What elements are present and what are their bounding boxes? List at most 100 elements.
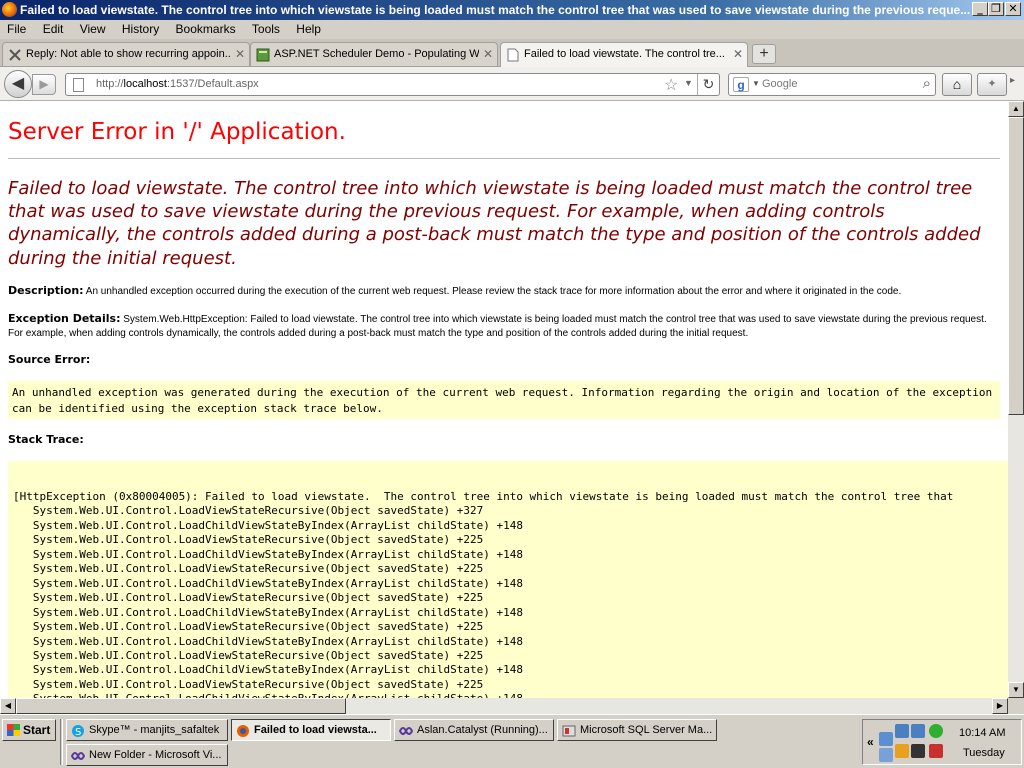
skype-icon: S (72, 725, 84, 738)
tab-close-icon[interactable]: ✕ (483, 47, 493, 61)
menu-tools[interactable]: Tools (245, 20, 286, 36)
maximize-button[interactable]: ❐ (988, 2, 1004, 16)
page-title: Server Error in '/' Application. (8, 119, 346, 145)
menu-view[interactable]: View (73, 20, 112, 36)
clock-time[interactable]: 10:14 AM (959, 727, 1005, 739)
tab-close-icon[interactable]: ✕ (733, 47, 743, 61)
taskbar-item-skype[interactable]: S Skype™ - manjits_safaltek (66, 719, 228, 741)
volume-icon[interactable] (911, 744, 925, 758)
visual-studio-icon (71, 752, 85, 760)
url-dropdown-icon[interactable]: ▼ (684, 78, 693, 88)
page-green-icon (256, 48, 270, 62)
toolbar-overflow-icon[interactable]: ▸ (1010, 75, 1015, 86)
taskbar-item-aslan-catalyst[interactable]: Aslan.Catalyst (Running)... (394, 719, 554, 741)
page-content: Server Error in '/' Application. Failed … (0, 101, 1008, 698)
network-icon[interactable] (879, 732, 893, 746)
minimize-button[interactable]: _ (972, 2, 988, 16)
menu-bar: File Edit View History Bookmarks Tools H… (0, 20, 1024, 39)
taskbar-divider (60, 719, 63, 765)
stack-trace-line: System.Web.UI.Control.LoadChildViewState… (13, 518, 523, 532)
tray-expand-icon[interactable]: « (867, 735, 874, 749)
menu-bookmarks[interactable]: Bookmarks (169, 20, 242, 36)
taskbar-item-firefox[interactable]: Failed to load viewsta... (231, 719, 391, 741)
stack-trace-line: System.Web.UI.Control.LoadViewStateRecur… (13, 562, 484, 576)
stack-trace-line: System.Web.UI.Control.LoadChildViewState… (13, 547, 523, 561)
description-text: An unhandled exception occurred during t… (85, 286, 902, 297)
divider (8, 158, 1000, 159)
exception-details-label: Exception Details: (8, 312, 121, 325)
url-text[interactable]: http://localhost:1537/Default.aspx (96, 78, 259, 90)
horizontal-scrollbar[interactable]: ◀ ▶ (0, 698, 1008, 714)
page-icon (73, 78, 84, 92)
vertical-scrollbar[interactable]: ▲ ▼ (1008, 101, 1024, 698)
exception-details-block: Exception Details: System.Web.HttpExcept… (8, 312, 1003, 340)
search-engine-dropdown-icon[interactable]: ▼ (752, 79, 760, 88)
tab-bar: Reply: Not able to show recurring appoin… (0, 39, 1024, 68)
stack-trace-line: System.Web.UI.Control.LoadChildViewState… (13, 634, 523, 648)
vertical-scroll-thumb[interactable] (1008, 117, 1024, 415)
task-label: Microsoft SQL Server Ma... (580, 724, 713, 736)
home-icon: ⌂ (952, 76, 962, 92)
stack-trace-line: System.Web.UI.Control.LoadViewStateRecur… (13, 591, 484, 605)
new-tab-button[interactable]: + (752, 44, 776, 64)
scroll-up-icon[interactable]: ▲ (1008, 101, 1024, 117)
search-input[interactable]: Google (762, 78, 797, 90)
task-label: Skype™ - manjits_safaltek (89, 724, 220, 736)
reload-icon: ↻ (702, 76, 715, 92)
menu-file[interactable]: File (0, 20, 32, 36)
scroll-corner (1008, 698, 1024, 714)
tab-label: Failed to load viewstate. The control tr… (524, 48, 725, 60)
start-button[interactable]: Start (2, 719, 56, 741)
document-icon (507, 48, 519, 62)
taskbar-item-sql-server[interactable]: Microsoft SQL Server Ma... (557, 719, 717, 741)
stack-trace-line: System.Web.UI.Control.LoadViewStateRecur… (13, 677, 484, 691)
tab-label: Reply: Not able to show recurring appoin… (26, 48, 231, 60)
forward-button[interactable]: ▶ (32, 74, 56, 95)
tab-forum-reply[interactable]: Reply: Not able to show recurring appoin… (2, 42, 250, 66)
tray-icons (879, 724, 953, 762)
google-icon[interactable]: g (733, 77, 749, 92)
tab-failed-viewstate[interactable]: Failed to load viewstate. The control tr… (500, 42, 748, 68)
back-arrow-icon: ◀ (11, 75, 25, 92)
home-button[interactable]: ⌂ (942, 73, 972, 96)
search-bar[interactable]: g ▼ Google ⌕ (728, 73, 936, 96)
firefox-icon (237, 725, 249, 737)
menu-history[interactable]: History (115, 20, 165, 36)
menu-edit[interactable]: Edit (36, 20, 70, 36)
window-title: Failed to load viewstate. The control tr… (20, 3, 970, 17)
scroll-right-icon[interactable]: ▶ (992, 698, 1008, 714)
alert-icon[interactable] (895, 744, 909, 758)
forward-arrow-icon: ▶ (39, 77, 49, 91)
tab-close-icon[interactable]: ✕ (235, 47, 245, 61)
antivirus-icon[interactable] (929, 744, 943, 758)
stack-trace-box: [HttpException (0x80004005): Failed to l… (8, 461, 1008, 698)
display-icon[interactable] (879, 748, 893, 762)
tab-scheduler-demo[interactable]: ASP.NET Scheduler Demo - Populating Wi..… (250, 42, 498, 66)
stack-trace-line: System.Web.UI.Control.LoadViewStateRecur… (13, 504, 484, 518)
search-icon[interactable]: ⌕ (923, 75, 931, 92)
stack-trace-line: [HttpException (0x80004005): Failed to l… (13, 490, 954, 503)
stack-trace-line: System.Web.UI.Control.LoadViewStateRecur… (13, 533, 484, 547)
sql-server-icon (562, 725, 576, 737)
menu-help[interactable]: Help (289, 20, 327, 36)
scroll-left-icon[interactable]: ◀ (0, 698, 16, 714)
task-label: Failed to load viewsta... (254, 724, 377, 736)
scroll-down-icon[interactable]: ▼ (1008, 682, 1024, 698)
security-check-icon[interactable] (929, 724, 943, 738)
navigation-toolbar: ◀ ▶ http://localhost:1537/Default.aspx ☆… (0, 67, 1024, 101)
addon-button[interactable]: ✦ (977, 73, 1007, 96)
stack-trace-line: System.Web.UI.Control.LoadChildViewState… (13, 605, 523, 619)
horizontal-scroll-thumb[interactable] (16, 698, 346, 714)
network-icon[interactable] (911, 724, 925, 738)
stack-trace-line: System.Web.UI.Control.LoadViewStateRecur… (13, 620, 484, 634)
source-error-label: Source Error: (8, 353, 91, 366)
window-titlebar[interactable]: Failed to load viewstate. The control tr… (0, 0, 1024, 20)
network-icon[interactable] (895, 724, 909, 738)
taskbar-item-new-folder[interactable]: New Folder - Microsoft Vi... (66, 744, 228, 766)
back-button[interactable]: ◀ (4, 70, 32, 98)
address-bar[interactable]: http://localhost:1537/Default.aspx ☆ ▼ ↻ (65, 73, 720, 96)
bookmark-star-icon[interactable]: ☆ (664, 75, 678, 95)
close-button[interactable]: ✕ (1005, 2, 1021, 16)
reload-button[interactable]: ↻ (697, 74, 719, 95)
exception-details-text: System.Web.HttpException: Failed to load… (8, 314, 987, 339)
